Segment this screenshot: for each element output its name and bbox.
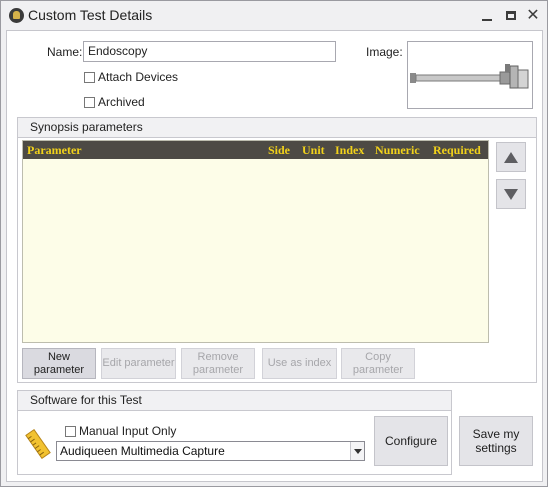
chevron-down-icon[interactable] [350,442,364,460]
grid-header-row: Parameter Side Unit Index Numeric Requir… [23,141,488,159]
app-logo-icon [9,8,24,23]
minimize-button[interactable] [476,6,498,26]
title-bar[interactable]: Custom Test Details ✕ [1,1,547,30]
attach-devices-label[interactable]: Attach Devices [98,70,178,84]
maximize-icon [506,11,516,20]
software-group-header: Software for this Test [18,391,451,411]
test-image-box[interactable] [407,41,533,109]
synopsis-group-header: Synopsis parameters [18,118,536,138]
column-header-unit[interactable]: Unit [302,143,325,158]
software-group-title: Software for this Test [30,393,142,407]
use-as-index-button[interactable]: Use as index [262,348,337,379]
name-label: Name: [47,45,83,59]
ruler-icon [25,429,51,459]
new-parameter-label: New parameter [33,350,85,376]
remove-parameter-label: Remove parameter [192,350,244,376]
new-parameter-button[interactable]: New parameter [22,348,96,379]
software-select-value: Audiqueen Multimedia Capture [60,444,225,458]
close-button[interactable]: ✕ [522,6,544,26]
arrow-up-icon [504,152,518,163]
minimize-icon [482,19,492,21]
column-header-parameter[interactable]: Parameter [27,143,82,158]
copy-parameter-button[interactable]: Copy parameter [341,348,415,379]
manual-input-label[interactable]: Manual Input Only [79,424,176,438]
save-settings-button[interactable]: Save my settings [459,416,533,466]
column-header-numeric[interactable]: Numeric [375,143,420,158]
edit-parameter-label: Edit parameter [102,357,175,369]
custom-test-details-window: Custom Test Details ✕ Name: Endoscopy At… [0,0,548,487]
manual-input-checkbox[interactable] [65,426,76,437]
edit-parameter-button[interactable]: Edit parameter [101,348,176,379]
image-label: Image: [366,45,403,59]
archived-label[interactable]: Archived [98,95,145,109]
synopsis-group-title: Synopsis parameters [30,120,143,134]
synopsis-parameters-group: Synopsis parameters Parameter Side Unit … [17,117,537,383]
endoscope-image [410,64,529,89]
column-header-required[interactable]: Required [433,143,481,158]
dialog-content: Name: Endoscopy Attach Devices Archived … [6,30,543,482]
close-icon: ✕ [526,7,540,24]
attach-devices-checkbox[interactable] [84,72,95,83]
arrow-down-icon [504,189,518,200]
move-up-button[interactable] [496,142,526,172]
move-down-button[interactable] [496,179,526,209]
column-header-side[interactable]: Side [268,143,290,158]
archived-checkbox[interactable] [84,97,95,108]
configure-label: Configure [384,434,438,448]
save-settings-label: Save my settings [472,427,520,455]
configure-button[interactable]: Configure [374,416,448,466]
software-select[interactable]: Audiqueen Multimedia Capture [56,441,365,461]
use-as-index-label: Use as index [267,357,332,369]
copy-parameter-label: Copy parameter [352,350,404,376]
maximize-button[interactable] [500,6,522,26]
parameters-grid[interactable]: Parameter Side Unit Index Numeric Requir… [22,140,489,343]
window-title: Custom Test Details [28,7,153,23]
remove-parameter-button[interactable]: Remove parameter [181,348,255,379]
column-header-index[interactable]: Index [335,143,364,158]
name-input[interactable]: Endoscopy [83,41,336,62]
